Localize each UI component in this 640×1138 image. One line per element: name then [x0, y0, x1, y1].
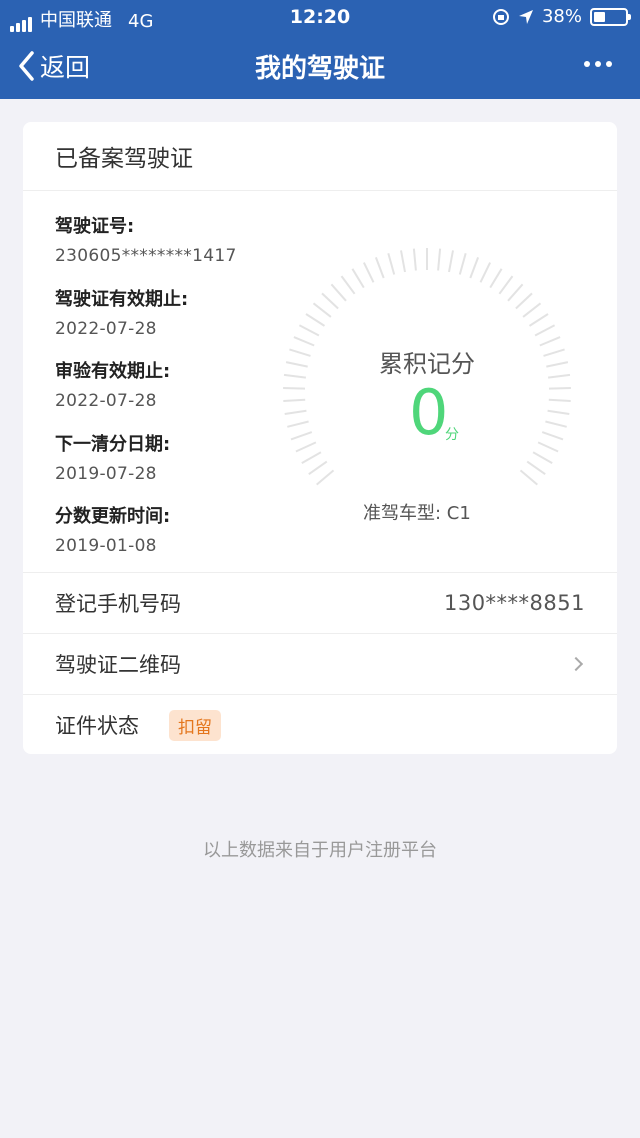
gauge-tick	[448, 250, 454, 273]
gauge-tick	[479, 262, 491, 283]
license-card: 已备案驾驶证 驾驶证号: 230605********1417 驾驶证有效期止:…	[23, 122, 617, 754]
chevron-left-icon	[19, 51, 34, 81]
back-button[interactable]: 返回	[18, 48, 90, 84]
gauge-tick	[284, 409, 307, 415]
card-title: 已备案驾驶证	[23, 122, 617, 191]
gauge-tick	[507, 283, 524, 302]
gauge-tick	[534, 324, 556, 337]
gauge-tick	[437, 248, 442, 271]
gauge-tick	[312, 302, 332, 318]
info-value: 2019-07-28	[55, 463, 157, 484]
more-button[interactable]	[584, 61, 612, 67]
gauge-tick	[374, 257, 385, 279]
qrcode-row[interactable]: 驾驶证二维码	[23, 633, 617, 694]
gauge-tick	[316, 469, 335, 486]
data-source-note: 以上数据来自于用户注册平台	[203, 840, 437, 861]
gauge-tick	[498, 275, 514, 295]
gauge-tick	[515, 292, 533, 310]
gauge-tick	[548, 387, 571, 390]
gauge-tick	[519, 469, 538, 486]
gauge-tick	[290, 431, 313, 441]
license-info: 驾驶证号: 230605********1417 驾驶证有效期止: 2022-0…	[55, 212, 237, 575]
info-value: 2022-07-28	[55, 318, 157, 339]
phone-label: 登记手机号码	[55, 592, 181, 616]
gauge-tick	[469, 257, 480, 279]
car-type: 准驾车型: C1	[363, 503, 471, 524]
page-title: 我的驾驶证	[254, 54, 385, 84]
gauge-tick	[308, 460, 328, 476]
gauge-tick	[537, 441, 559, 453]
gauge-tick	[351, 268, 365, 289]
location-icon	[518, 9, 533, 24]
gauge-tick	[400, 250, 406, 273]
info-value: 2019-01-08	[55, 536, 157, 556]
gauge-tick	[547, 409, 570, 415]
gauge-tick	[305, 313, 326, 327]
gauge-tick	[301, 451, 322, 464]
gauge-tick	[340, 275, 356, 295]
qrcode-label: 驾驶证二维码	[55, 653, 181, 677]
status-badge: 扣留	[169, 709, 221, 741]
info-value: 230605********1417	[55, 246, 237, 266]
info-row: 下一清分日期: 2019-07-28	[55, 430, 237, 503]
info-label: 驾驶证有效期止:	[55, 288, 189, 310]
gauge-tick	[412, 248, 417, 271]
gauge-tick	[528, 313, 549, 327]
gauge-tick	[330, 283, 347, 302]
info-row: 审验有效期止: 2022-07-28	[55, 357, 237, 430]
gauge-tick	[541, 431, 564, 441]
points-gauge: 累积记分 0 分	[277, 242, 577, 492]
gauge-tick	[458, 253, 467, 275]
points-unit: 分	[445, 427, 459, 443]
battery-percent: 38%	[541, 6, 582, 27]
gauge-tick	[363, 262, 375, 283]
info-row: 分数更新时间: 2019-01-08	[55, 502, 237, 575]
info-row: 驾驶证号: 230605********1417	[55, 212, 237, 285]
gauge-tick	[295, 441, 317, 453]
chevron-right-icon	[568, 656, 584, 672]
gauge-tick	[321, 292, 339, 310]
header-bar: 中国联通 4G 12:20 38% 返回 我的驾驶证	[0, 0, 640, 99]
battery-icon	[590, 7, 631, 26]
gauge-tick	[387, 253, 396, 275]
gauge-tick	[298, 324, 320, 337]
info-label: 驾驶证号:	[55, 216, 135, 237]
phone-value: 130****8851	[443, 591, 585, 615]
dot-icon	[584, 61, 590, 67]
gauge-tick	[283, 387, 306, 390]
info-label: 分数更新时间:	[55, 506, 171, 527]
gauge-tick	[489, 268, 503, 289]
info-value: 2022-07-28	[55, 391, 157, 411]
status-row: 证件状态 扣留	[23, 694, 617, 755]
gauge-tick	[526, 460, 546, 476]
info-label: 审验有效期止:	[55, 361, 171, 382]
gauge-tick	[532, 451, 553, 464]
gauge-tick	[287, 420, 309, 428]
status-right: 38%	[492, 6, 631, 27]
info-row: 驾驶证有效期止: 2022-07-28	[55, 285, 237, 358]
dot-icon	[595, 61, 601, 67]
status-bar: 中国联通 4G 12:20 38%	[0, 0, 640, 34]
phone-row: 登记手机号码 130****8851	[23, 572, 617, 633]
rotation-lock-icon	[492, 8, 509, 25]
status-label: 证件状态	[55, 714, 139, 738]
gauge-title: 累积记分	[379, 350, 475, 378]
gauge-tick	[545, 420, 567, 428]
info-label: 下一清分日期:	[55, 433, 171, 455]
gauge-tick	[522, 302, 542, 318]
dot-icon	[606, 61, 612, 67]
nav-bar: 返回 我的驾驶证	[0, 34, 640, 99]
battery-fill	[594, 11, 605, 22]
gauge-tick	[548, 398, 571, 402]
points-value: 0	[409, 376, 449, 449]
gauge-tick	[283, 398, 306, 402]
back-label: 返回	[40, 53, 91, 82]
